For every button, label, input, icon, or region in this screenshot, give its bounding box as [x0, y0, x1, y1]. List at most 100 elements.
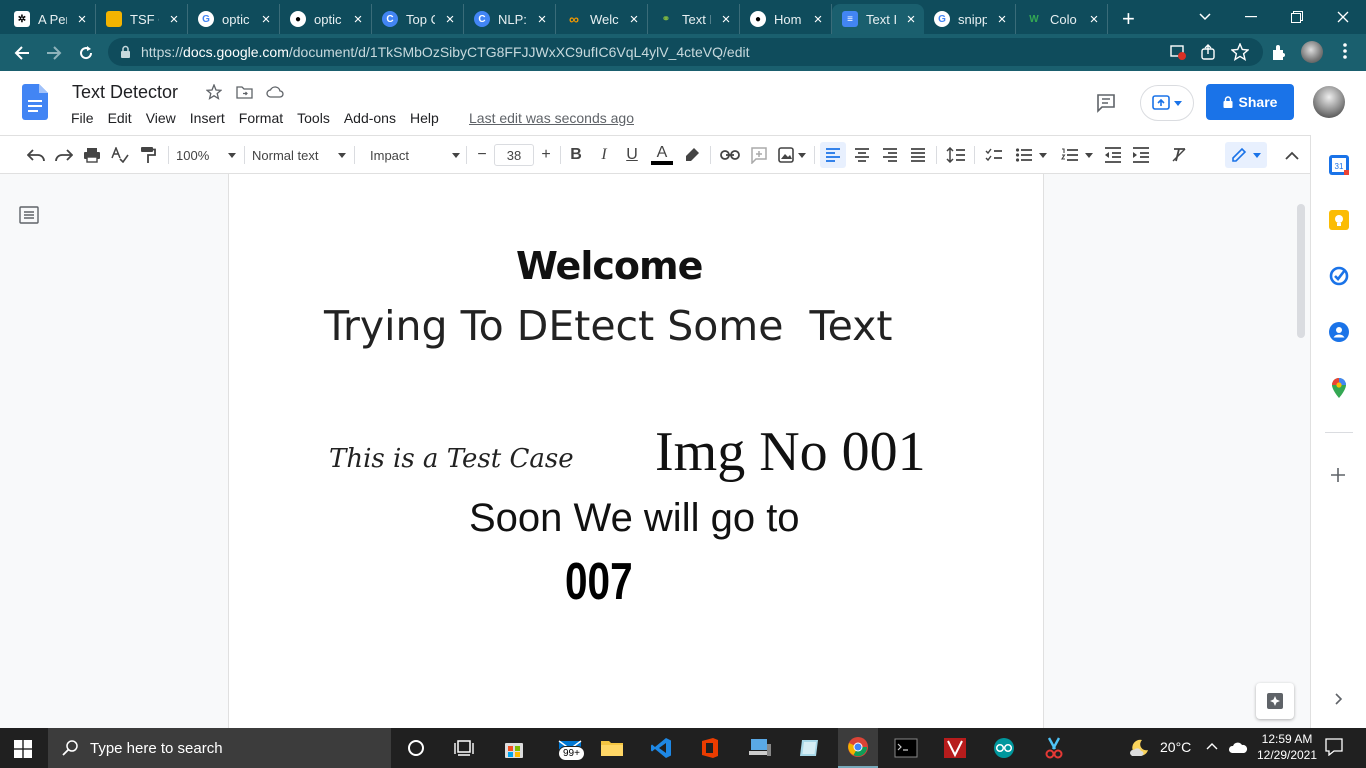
insert-image-icon[interactable]: [776, 144, 808, 166]
temperature-text[interactable]: 20°C: [1160, 739, 1191, 755]
vscode-icon[interactable]: [647, 734, 675, 762]
decrease-indent-icon[interactable]: [1102, 144, 1124, 166]
checklist-icon[interactable]: [982, 144, 1006, 166]
visual-paradigm-icon[interactable]: [941, 734, 969, 762]
keep-icon[interactable]: [1329, 210, 1349, 230]
browser-menu-icon[interactable]: [1343, 42, 1347, 60]
add-addon-icon[interactable]: [1331, 468, 1345, 482]
print-icon[interactable]: [81, 144, 103, 166]
browser-tab[interactable]: Goptic ×: [188, 4, 280, 34]
reload-button[interactable]: [70, 37, 102, 69]
terminal-icon[interactable]: [892, 734, 920, 762]
tab-search-icon[interactable]: [1182, 0, 1228, 34]
cortana-icon[interactable]: [402, 734, 430, 762]
file-explorer-icon[interactable]: [598, 734, 626, 762]
increase-indent-icon[interactable]: [1130, 144, 1152, 166]
font-family-select[interactable]: Impact: [362, 144, 460, 166]
editing-mode-button[interactable]: [1225, 142, 1267, 168]
comments-icon[interactable]: [1096, 93, 1116, 113]
bold-icon[interactable]: B: [566, 144, 586, 166]
address-bar[interactable]: https://docs.google.com/document/d/1TkSM…: [108, 38, 1263, 66]
browser-tab[interactable]: W Colo ×: [1016, 4, 1108, 34]
menu-file[interactable]: File: [64, 110, 101, 126]
align-right-icon[interactable]: [880, 144, 900, 166]
snipping-tool-icon[interactable]: [1040, 734, 1068, 762]
zoom-select[interactable]: 100%: [176, 144, 236, 166]
browser-tab[interactable]: ● optic ×: [280, 4, 372, 34]
menu-help[interactable]: Help: [403, 110, 446, 126]
explore-button[interactable]: [1256, 683, 1294, 719]
calendar-icon[interactable]: 31: [1329, 155, 1349, 175]
restore-button[interactable]: [1274, 0, 1320, 34]
menu-addons[interactable]: Add-ons: [337, 110, 403, 126]
line-spacing-icon[interactable]: [944, 144, 968, 166]
vertical-scrollbar[interactable]: [1297, 204, 1305, 338]
forward-button[interactable]: [38, 37, 70, 69]
browser-tab[interactable]: TSF C ×: [96, 4, 188, 34]
close-tab-icon[interactable]: ×: [259, 11, 273, 28]
task-view-icon[interactable]: [450, 734, 478, 762]
bulleted-list-icon[interactable]: [1012, 144, 1050, 166]
highlight-color-icon[interactable]: [682, 144, 702, 166]
account-avatar[interactable]: [1313, 86, 1345, 118]
expand-panel-icon[interactable]: [1335, 693, 1343, 705]
windows-start-icon[interactable]: [14, 740, 32, 758]
close-tab-icon[interactable]: ×: [351, 11, 365, 28]
maps-icon[interactable]: [1331, 378, 1347, 398]
collapse-menus-icon[interactable]: [1281, 144, 1303, 166]
bookmark-star-icon[interactable]: [1231, 43, 1249, 61]
menu-edit[interactable]: Edit: [101, 110, 139, 126]
justify-icon[interactable]: [908, 144, 928, 166]
menu-insert[interactable]: Insert: [183, 110, 232, 126]
cloud-saved-icon[interactable]: [266, 85, 284, 99]
decrease-font-size-button[interactable]: −: [472, 144, 492, 166]
document-title[interactable]: Text Detector: [72, 82, 178, 103]
share-button[interactable]: Share: [1206, 84, 1294, 120]
undo-icon[interactable]: [25, 144, 47, 166]
insert-link-icon[interactable]: [718, 144, 742, 166]
close-tab-icon[interactable]: ×: [75, 11, 89, 28]
docs-logo-icon[interactable]: [22, 84, 48, 120]
close-tab-icon[interactable]: ×: [443, 11, 457, 28]
close-tab-icon[interactable]: ×: [904, 11, 918, 28]
profile-avatar[interactable]: [1301, 41, 1323, 63]
underline-icon[interactable]: U: [622, 144, 642, 166]
back-button[interactable]: [6, 37, 38, 69]
document-page[interactable]: Welcome Trying To DEtect Some Text This …: [228, 174, 1044, 728]
taskbar-search-box[interactable]: Type here to search: [48, 728, 391, 768]
close-window-button[interactable]: [1320, 0, 1366, 34]
browser-tab[interactable]: ⚭ Text I ×: [648, 4, 740, 34]
menu-view[interactable]: View: [139, 110, 183, 126]
browser-tab[interactable]: ∞ Welc ×: [556, 4, 648, 34]
increase-font-size-button[interactable]: +: [536, 144, 556, 166]
minimize-button[interactable]: [1228, 0, 1274, 34]
paragraph-style-select[interactable]: Normal text: [252, 144, 346, 166]
tablet-app-icon[interactable]: [795, 734, 823, 762]
show-hidden-icons-icon[interactable]: [1206, 742, 1218, 750]
browser-tab[interactable]: ● Hom ×: [740, 4, 832, 34]
browser-tab[interactable]: ✲ A Per ×: [4, 4, 96, 34]
clear-formatting-icon[interactable]: [1168, 144, 1190, 166]
redo-icon[interactable]: [53, 144, 75, 166]
new-tab-button[interactable]: +: [1108, 4, 1149, 34]
spellcheck-icon[interactable]: [109, 144, 131, 166]
present-button[interactable]: [1140, 85, 1194, 121]
star-icon[interactable]: [206, 84, 222, 100]
notifications-icon[interactable]: [1325, 738, 1343, 756]
numbered-list-icon[interactable]: [1058, 144, 1096, 166]
close-tab-icon[interactable]: ×: [811, 11, 825, 28]
browser-tab[interactable]: C Top C ×: [372, 4, 464, 34]
close-tab-icon[interactable]: ×: [535, 11, 549, 28]
close-tab-icon[interactable]: ×: [167, 11, 181, 28]
weather-icon[interactable]: [1128, 738, 1150, 758]
close-tab-icon[interactable]: ×: [627, 11, 641, 28]
store-icon[interactable]: [500, 734, 528, 762]
blocked-popup-icon[interactable]: [1170, 44, 1186, 60]
mail-icon[interactable]: 99+: [550, 734, 590, 762]
tasks-icon[interactable]: [1329, 266, 1349, 286]
italic-icon[interactable]: I: [594, 144, 614, 166]
menu-format[interactable]: Format: [232, 110, 290, 126]
font-size-input[interactable]: 38: [494, 144, 534, 166]
office-icon[interactable]: [696, 734, 724, 762]
browser-tab[interactable]: Gsnipp ×: [924, 4, 1016, 34]
